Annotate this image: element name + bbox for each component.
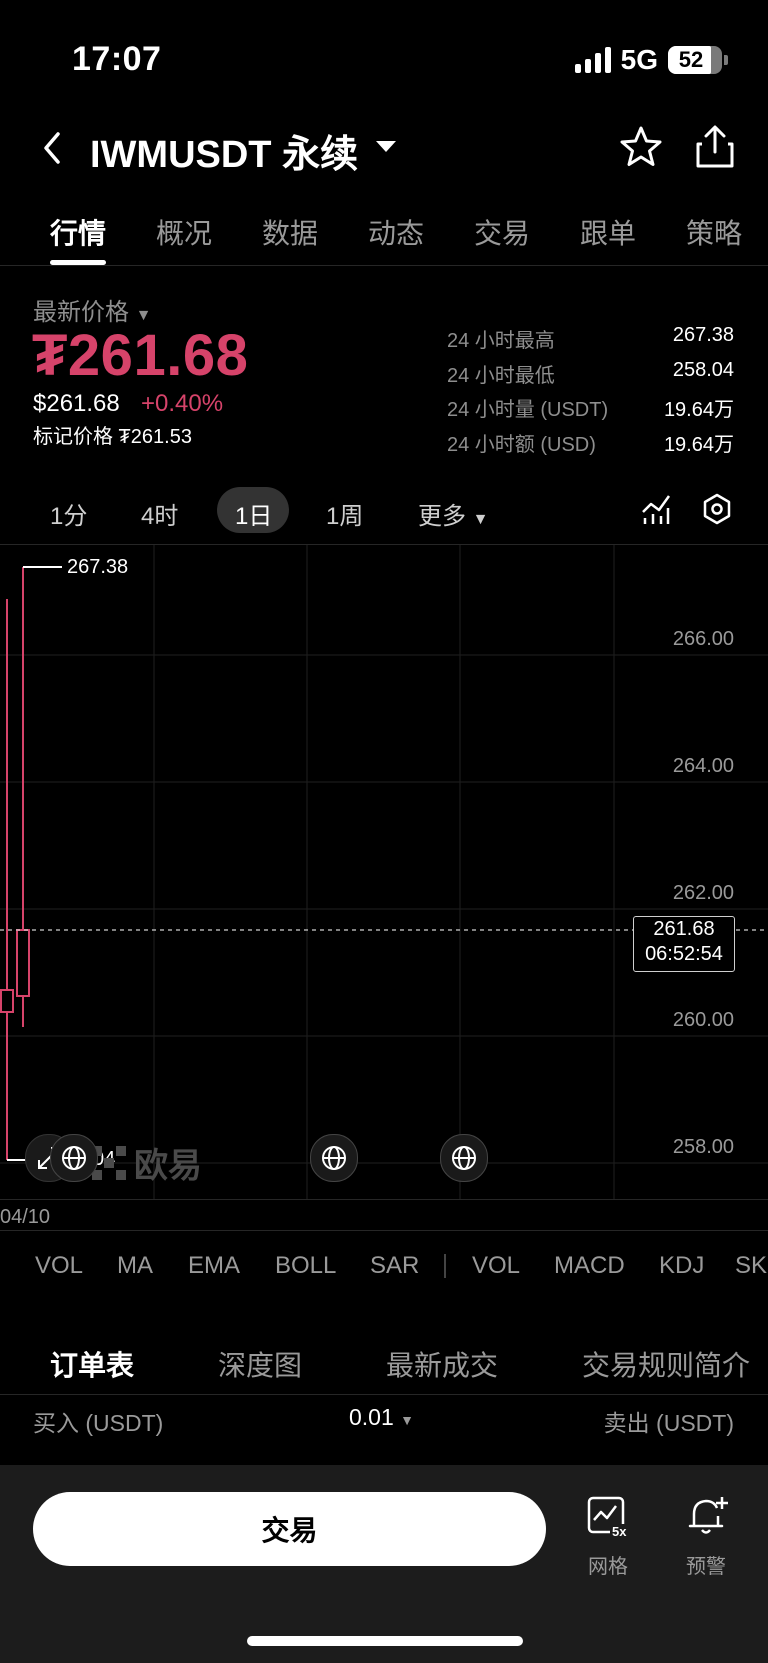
timeframe-1w[interactable]: 1周 [326, 496, 363, 531]
stat-volume-value: 19.64万 [663, 399, 734, 421]
tab-news[interactable]: 动态 [368, 212, 424, 252]
stat-amount-value: 19.64万 [663, 434, 734, 456]
axis-label-264: 264.00 [672, 755, 734, 777]
back-button[interactable] [36, 128, 70, 168]
status-time: 17:07 [72, 40, 162, 78]
current-price-value: 261.68 [653, 918, 715, 940]
network-type: 5G [620, 44, 658, 75]
stat-high-value: 267.38 [672, 324, 734, 346]
book-step-selector[interactable]: 0.01 ▼ [349, 1404, 414, 1431]
tab-market[interactable]: 行情 [50, 212, 106, 252]
pair-dropdown-icon[interactable] [374, 138, 398, 159]
indicator-macd[interactable]: MACD [554, 1252, 625, 1280]
chart-settings-button[interactable] [700, 492, 734, 531]
book-sell-header: 卖出 (USDT) [603, 1410, 734, 1436]
event-marker-1[interactable] [50, 1134, 98, 1182]
stat-low-value: 258.04 [672, 359, 734, 381]
price-change: +0.40% [141, 390, 224, 417]
indicator-separator [444, 1254, 446, 1278]
tab-overview[interactable]: 概况 [156, 212, 212, 252]
timeframe-1d[interactable]: 1日 [235, 496, 272, 531]
indicator-ma[interactable]: MA [117, 1252, 153, 1280]
axis-label-258: 258.00 [672, 1136, 734, 1158]
globe-icon [322, 1146, 346, 1170]
indicator-boll[interactable]: BOLL [275, 1252, 336, 1280]
tab-copy[interactable]: 跟单 [580, 212, 636, 252]
settings-hexagon-icon [703, 493, 731, 525]
event-marker-3[interactable] [440, 1134, 488, 1182]
tab-trading-rules[interactable]: 交易规则简介 [582, 1344, 750, 1384]
trade-button[interactable]: 交易 [33, 1492, 546, 1566]
last-price: ₮261.68 [32, 323, 249, 388]
tab-trade[interactable]: 交易 [474, 212, 530, 252]
grid-badge: 5x [610, 1524, 629, 1539]
indicator-sar[interactable]: SAR [370, 1252, 419, 1280]
mark-price: 标记价格 ₮261.53 [33, 426, 192, 448]
battery-icon: 52 [668, 46, 722, 74]
indicator-ema[interactable]: EMA [188, 1252, 240, 1280]
axis-label-266: 266.00 [672, 628, 734, 650]
timeframe-1m[interactable]: 1分 [50, 496, 87, 531]
globe-icon [452, 1146, 476, 1170]
alert-button[interactable] [684, 1494, 732, 1540]
timeframe-more[interactable]: 更多 ▼ [418, 496, 489, 531]
candle-countdown: 06:52:54 [645, 943, 723, 965]
tab-depth-chart[interactable]: 深度图 [218, 1344, 302, 1384]
tab-latest-trades[interactable]: 最新成交 [386, 1344, 498, 1384]
chart-canvas [0, 545, 768, 1200]
home-indicator[interactable] [247, 1636, 523, 1646]
usd-price: $261.68 [33, 390, 120, 417]
battery-level: 52 [678, 47, 704, 72]
axis-label-262: 262.00 [672, 882, 734, 904]
stat-low-label: 24 小时最低 [447, 365, 555, 387]
timeframe-4h[interactable]: 4时 [141, 496, 178, 531]
high-marker-label: 267.38 [67, 556, 129, 578]
grid-label: 网格 [588, 1556, 628, 1578]
axis-label-260: 260.00 [672, 1009, 734, 1031]
tab-strategy[interactable]: 策略 [686, 212, 742, 252]
chart-date-label: 04/10 [0, 1206, 51, 1228]
chart-type-button[interactable] [640, 492, 672, 531]
share-button[interactable] [694, 124, 736, 175]
alert-label: 预警 [686, 1556, 726, 1578]
status-indicators: 5G 52 [574, 44, 728, 76]
chevron-left-icon [44, 132, 60, 164]
share-icon [696, 125, 734, 168]
candle-2 [16, 567, 30, 1027]
bell-plus-icon [688, 1497, 728, 1534]
current-price-tag: 261.68 06:52:54 [633, 916, 735, 972]
stat-volume-label: 24 小时量 (USDT) [447, 399, 609, 421]
signal-icon [574, 47, 611, 73]
indicator-vol-main[interactable]: VOL [35, 1252, 83, 1280]
indicator-chart-icon [642, 495, 671, 524]
book-buy-header: 买入 (USDT) [33, 1410, 164, 1436]
stat-amount-label: 24 小时额 (USD) [447, 434, 596, 456]
candle-1 [0, 599, 14, 1160]
favorite-button[interactable] [618, 124, 664, 175]
pair-title[interactable]: IWMUSDT 永续 [90, 123, 358, 178]
indicator-vol-sub[interactable]: VOL [472, 1252, 520, 1280]
tab-data[interactable]: 数据 [262, 212, 318, 252]
okx-watermark: 欧易 [92, 1138, 202, 1187]
globe-icon [62, 1146, 86, 1170]
star-icon [620, 126, 662, 166]
tab-order-book[interactable]: 订单表 [50, 1344, 134, 1384]
event-marker-2[interactable] [310, 1134, 358, 1182]
stat-high-label: 24 小时最高 [447, 330, 555, 352]
indicator-kdj[interactable]: KDJ [659, 1252, 704, 1280]
indicator-skdj[interactable]: SK [735, 1252, 767, 1280]
candlestick-chart[interactable] [0, 545, 768, 1200]
